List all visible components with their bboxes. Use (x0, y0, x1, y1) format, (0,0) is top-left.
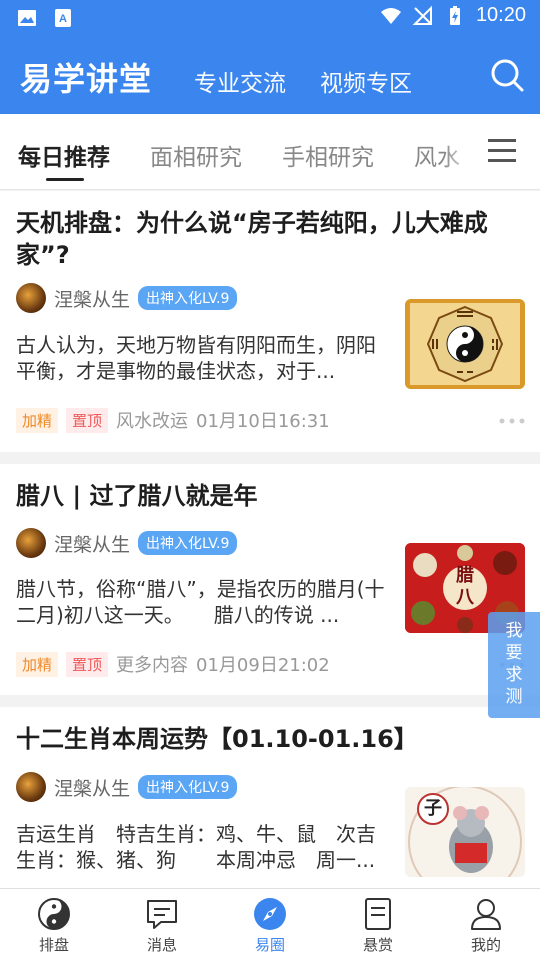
tag-featured: 加精 (16, 651, 59, 677)
nav-video-zone[interactable]: 视频专区 (320, 64, 412, 98)
post-thumbnail[interactable] (405, 299, 525, 389)
avatar[interactable] (16, 772, 46, 802)
post-title[interactable]: 天机排盘：为什么说“房子若纯阳，儿大难成家”? (16, 207, 516, 271)
post-excerpt: 吉运生肖 特吉生肖：鸡、牛、鼠 次吉生肖：猴、猪、狗 本周冲忌 周一... (16, 822, 376, 872)
post-feed: 天机排盘：为什么说“房子若纯阳，儿大难成家”? 涅槃从生 出神入化LV.9 古人… (0, 191, 540, 888)
gallery-notification-icon (18, 10, 36, 26)
post-thumbnail[interactable]: 子 (405, 787, 525, 877)
post-title[interactable]: 十二生肖本周运势【01.10-01.16】 (16, 723, 516, 755)
category-tabs: 每日推荐 面相研究 手相研究 风水 (0, 114, 540, 190)
status-bar: A 10:20 (0, 0, 540, 36)
nav-label: 消息 (146, 936, 177, 954)
post-excerpt: 古人认为，天地万物皆有阴阳而生，阴阳平衡，才是事物的最佳状态，对于... (16, 333, 376, 383)
author-name[interactable]: 涅槃从生 (54, 774, 130, 801)
more-options-icon[interactable] (498, 416, 526, 426)
battery-charging-icon (449, 5, 460, 25)
nav-paipan[interactable]: 排盘 (0, 889, 108, 960)
post-category[interactable]: 更多内容 (116, 651, 188, 677)
ask-fortune-label: 我要求测 (505, 621, 523, 707)
post-meta: 加精 置顶 更多内容 01月09日21:02 (16, 651, 330, 677)
bottom-navigation: 排盘 消息 易圈 悬赏 我的 (0, 888, 540, 960)
author-name[interactable]: 涅槃从生 (54, 530, 130, 557)
nav-label: 悬赏 (362, 936, 393, 954)
nav-profile[interactable]: 我的 (432, 889, 540, 960)
avatar[interactable] (16, 528, 46, 558)
nav-bounty[interactable]: 悬赏 (324, 889, 432, 960)
post-card[interactable]: 腊八 | 过了腊八就是年 涅槃从生 出神入化LV.9 腊八节，俗称“腊八”，是指… (0, 464, 540, 695)
post-date: 01月10日16:31 (196, 411, 330, 432)
tab-palm-reading[interactable]: 手相研究 (282, 138, 374, 172)
app-title: 易学讲堂 (20, 60, 153, 98)
search-icon[interactable] (488, 56, 526, 94)
wifi-icon (380, 7, 401, 24)
ask-fortune-button[interactable]: 我要求测 (488, 612, 540, 718)
author-name[interactable]: 涅槃从生 (54, 285, 130, 312)
menu-icon[interactable] (484, 136, 520, 166)
nav-label: 排盘 (38, 936, 69, 954)
post-card[interactable]: 十二生肖本周运势【01.10-01.16】 涅槃从生 出神入化LV.9 吉运生肖… (0, 707, 540, 888)
post-category[interactable]: 风水改运 (116, 407, 188, 433)
tab-daily-recommend[interactable]: 每日推荐 (18, 138, 110, 172)
author-row: 涅槃从生 出神入化LV.9 (16, 283, 238, 313)
nav-label: 易圈 (254, 936, 285, 954)
author-row: 涅槃从生 出神入化LV.9 (16, 772, 238, 802)
level-badge: 出神入化LV.9 (138, 286, 238, 310)
author-row: 涅槃从生 出神入化LV.9 (16, 528, 238, 558)
post-meta: 加精 置顶 风水改运 01月10日16:31 (16, 407, 330, 433)
clock: 10:20 (475, 4, 526, 26)
app-bar: 易学讲堂 专业交流 视频专区 (0, 36, 540, 114)
active-tab-indicator (46, 178, 84, 181)
thumbnail-caption: 子 (424, 798, 442, 819)
level-badge: 出神入化LV.9 (138, 775, 238, 799)
post-title[interactable]: 腊八 | 过了腊八就是年 (16, 480, 516, 512)
message-icon (147, 900, 177, 929)
bagua-image (405, 299, 525, 389)
level-badge: 出神入化LV.9 (138, 531, 238, 555)
compass-icon (254, 898, 286, 930)
nav-professional-exchange[interactable]: 专业交流 (194, 64, 286, 98)
no-signal-icon (412, 5, 432, 25)
tab-fade (444, 114, 474, 189)
svg-text:A: A (59, 13, 67, 25)
user-icon (471, 899, 501, 930)
post-date: 01月09日21:02 (196, 655, 330, 676)
nav-label: 我的 (470, 936, 501, 954)
post-card[interactable]: 天机排盘：为什么说“房子若纯阳，儿大难成家”? 涅槃从生 出神入化LV.9 古人… (0, 191, 540, 452)
tag-featured: 加精 (16, 407, 59, 433)
nav-messages[interactable]: 消息 (108, 889, 216, 960)
tag-pinned: 置顶 (66, 407, 109, 433)
document-icon (365, 898, 391, 930)
yinyang-icon (38, 898, 70, 930)
tab-face-reading[interactable]: 面相研究 (150, 138, 242, 172)
post-excerpt: 腊八节，俗称“腊八”，是指农历的腊月(十二月)初八这一天。 腊八的传说 ... (16, 577, 385, 627)
thumbnail-caption: 腊八 (456, 565, 474, 608)
tag-pinned: 置顶 (66, 651, 109, 677)
app-notification-icon: A (55, 9, 71, 27)
nav-yiquan[interactable]: 易圈 (216, 889, 324, 960)
avatar[interactable] (16, 283, 46, 313)
